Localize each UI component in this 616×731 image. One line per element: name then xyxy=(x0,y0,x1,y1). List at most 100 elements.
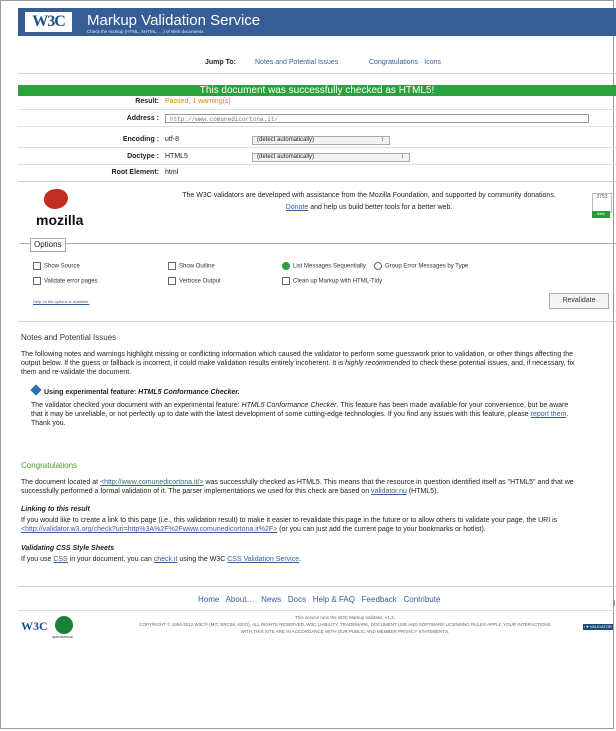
exp-text: that it may be unreliable, or not perfec… xyxy=(31,411,531,418)
footer-link-feedback[interactable]: Feedback xyxy=(362,595,397,604)
footer-privacy: WITH THIS SITE ARE IN ACCORDANCE WITH OU… xyxy=(240,629,450,634)
jump-congratulations-link[interactable]: Congratulations · Icons xyxy=(369,59,441,66)
footer-link-home[interactable]: Home xyxy=(198,595,219,604)
option-label: Verbose Output xyxy=(179,278,221,285)
checkbox-icon[interactable] xyxy=(168,277,176,285)
footer-link-docs[interactable]: Docs xyxy=(288,595,306,604)
mozilla-dino-icon xyxy=(44,189,68,209)
notes-intro-line: them and re-validate the document. xyxy=(21,369,132,376)
notes-heading: Notes and Potential Issues xyxy=(21,333,117,342)
options-legend[interactable]: Options xyxy=(30,238,66,252)
footer-nav: Home About… News Docs Help & FAQ Feedbac… xyxy=(198,595,440,604)
notes-intro: The following notes and warnings highlig… xyxy=(21,350,613,377)
root-label: Root Element: xyxy=(111,169,159,176)
option-label: Validate error pages xyxy=(44,278,98,285)
option-show-outline[interactable]: Show Outline xyxy=(168,262,215,270)
scroll-marker xyxy=(611,600,615,606)
css-text: in your document, you can xyxy=(67,556,154,563)
doctype-label: Doctype : xyxy=(127,153,159,160)
exp-text: . This feature has been made available f… xyxy=(336,402,569,409)
encoding-select-value: (detect automatically) xyxy=(257,137,315,143)
exp-text: The validator checked your document with… xyxy=(31,402,242,409)
radio-selected-icon[interactable] xyxy=(282,262,290,270)
checkbox-icon[interactable] xyxy=(33,262,41,270)
flattr-button[interactable]: flattr xyxy=(592,211,610,218)
footer-link-about[interactable]: About… xyxy=(226,595,255,604)
exp-title-emphasis: HTML5 Conformance Checker. xyxy=(138,389,240,396)
donation-text: The W3C validators are developed with as… xyxy=(145,190,593,214)
encoding-label: Encoding : xyxy=(122,136,159,143)
doctype-select[interactable]: (detect automatically) ↕ xyxy=(252,153,410,162)
option-group-error[interactable]: Group Error Messages by Type xyxy=(374,262,468,270)
page-title: Markup Validation Service xyxy=(87,12,261,29)
donation-intro: The W3C validators are developed with as… xyxy=(182,192,556,199)
divider xyxy=(18,181,616,182)
option-label: Show Outline xyxy=(179,263,215,270)
exp-title-prefix: Using experimental feature: xyxy=(44,389,137,396)
divider xyxy=(18,321,616,322)
validator-nu-link[interactable]: validator.nu xyxy=(371,488,407,495)
address-label: Address : xyxy=(126,115,159,122)
options-help-link[interactable]: Help on the options is available. xyxy=(33,299,89,304)
options-panel xyxy=(19,243,616,309)
success-banner: This document was successfully checked a… xyxy=(18,85,616,96)
footer-link-help[interactable]: Help & FAQ xyxy=(313,595,355,604)
option-label: Clean up Markup with HTML-Tidy xyxy=(293,278,383,285)
experimental-feature-text: The validator checked your document with… xyxy=(31,401,611,428)
divider xyxy=(18,586,616,587)
document-url-link[interactable]: <http://www.comunedicortona.it/> xyxy=(100,479,204,486)
notes-emphasis: highly recommended xyxy=(345,360,411,367)
encoding-value: utf-8 xyxy=(165,136,180,143)
report-them-link[interactable]: report them xyxy=(531,411,567,418)
footer-w3c-logo[interactable]: W3C xyxy=(21,619,48,634)
notes-intro-line: The following notes and warnings highlig… xyxy=(21,351,573,358)
option-label: Group Error Messages by Type xyxy=(385,263,469,270)
radio-icon[interactable] xyxy=(374,262,382,270)
result-row: Result: Passed, 1 warning(s) xyxy=(18,96,616,110)
option-verbose-output[interactable]: Verbose Output xyxy=(168,277,221,285)
validator-badge[interactable]: I ♥ VALIDATOR xyxy=(583,624,613,630)
mozilla-wordmark: mozilla xyxy=(36,212,84,228)
checkbox-icon[interactable] xyxy=(33,277,41,285)
footer-service-text: This service runs the W3C Markup Validat… xyxy=(295,615,395,620)
check-it-link[interactable]: check it xyxy=(154,556,178,563)
encoding-select[interactable]: (detect automatically) ↕ xyxy=(252,136,390,145)
revalidate-button[interactable]: Revalidate xyxy=(549,293,609,309)
css-validation-service-link[interactable]: CSS Validation Service xyxy=(227,556,299,563)
footer-link-news[interactable]: News xyxy=(261,595,281,604)
option-show-source[interactable]: Show Source xyxy=(33,262,80,270)
css-text: using the W3C xyxy=(177,556,228,563)
css-link[interactable]: CSS xyxy=(53,556,67,563)
congratulations-text: The document located at <http://www.comu… xyxy=(21,478,613,496)
encoding-row: Encoding : utf-8 (detect automatically) … xyxy=(18,134,616,148)
result-value: Passed, 1 warning(s) xyxy=(165,98,231,105)
doctype-row: Doctype : HTML5 (detect automatically) ↕ xyxy=(18,151,616,165)
footer-link-contribute[interactable]: Contribute xyxy=(403,595,440,604)
mozilla-logo[interactable]: mozilla xyxy=(25,189,85,229)
footer-text: This service runs the W3C Markup Validat… xyxy=(110,614,580,635)
donate-link[interactable]: Donate xyxy=(286,204,309,211)
option-validate-error-pages[interactable]: Validate error pages xyxy=(33,277,98,285)
opensource-icon[interactable] xyxy=(55,616,73,634)
option-list-sequential[interactable]: List Messages Sequentially xyxy=(282,262,366,270)
css-validation-text: If you use CSS in your document, you can… xyxy=(21,555,613,564)
option-label: List Messages Sequentially xyxy=(293,263,366,270)
checkbox-icon[interactable] xyxy=(168,262,176,270)
root-row: Root Element: html xyxy=(18,167,616,180)
notes-intro-line: output below. If the guess or fallback i… xyxy=(21,360,346,367)
thank-you-text: Thank you. xyxy=(31,420,66,427)
linking-heading: Linking to this result xyxy=(21,506,90,513)
checkbox-icon[interactable] xyxy=(282,277,290,285)
result-label: Result: xyxy=(135,98,159,105)
option-clean-up[interactable]: Clean up Markup with HTML-Tidy xyxy=(282,277,382,285)
jump-notes-link[interactable]: Notes and Potential Issues xyxy=(255,59,338,66)
exp-emphasis: HTML5 Conformance Checker xyxy=(241,402,337,409)
donation-rest: and help us build better tools for a bet… xyxy=(308,204,453,211)
w3c-logo[interactable]: W3C xyxy=(25,12,72,32)
result-uri-link[interactable]: <http://validator.w3.org/check?uri=http%… xyxy=(21,526,277,533)
congrats-text: successfully performed a formal validati… xyxy=(21,488,372,495)
select-arrow-icon: ↕ xyxy=(381,137,384,143)
exp-text: . xyxy=(566,411,569,418)
experimental-feature-heading: Using experimental feature: HTML5 Confor… xyxy=(30,384,240,396)
address-input[interactable]: http://www.comunedicortona.it/ xyxy=(165,114,589,123)
